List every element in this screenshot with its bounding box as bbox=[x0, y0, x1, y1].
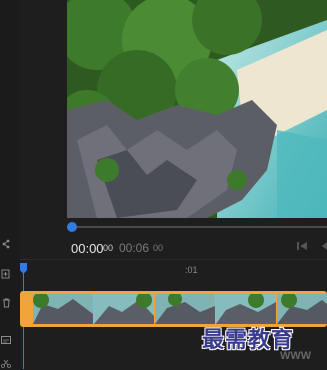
ruler-tick-label: :01 bbox=[185, 265, 198, 275]
scrubber-track bbox=[67, 226, 327, 228]
left-toolbar bbox=[0, 0, 20, 369]
preview-frame-image bbox=[67, 0, 327, 218]
current-time: 00:00 bbox=[71, 241, 104, 256]
trash-icon[interactable] bbox=[0, 297, 12, 309]
clip-thumbnail bbox=[155, 294, 215, 324]
scrubber-handle[interactable] bbox=[67, 222, 77, 232]
share-icon[interactable] bbox=[0, 238, 12, 250]
step-back-icon[interactable] bbox=[321, 240, 327, 254]
current-frames: 00 bbox=[103, 243, 114, 253]
clip-thumbnail bbox=[33, 294, 93, 324]
watermark-sub: WWW bbox=[280, 350, 312, 362]
total-frames: 00 bbox=[153, 243, 164, 253]
clip-thumbnail bbox=[94, 294, 154, 324]
add-track-icon[interactable] bbox=[0, 268, 12, 280]
clip-thumbnail bbox=[277, 294, 327, 324]
clip-thumbnail bbox=[216, 294, 276, 324]
timeline-ruler[interactable]: :01 bbox=[20, 262, 327, 280]
video-preview[interactable] bbox=[67, 0, 327, 218]
panel-divider bbox=[20, 259, 327, 260]
scissors-icon[interactable] bbox=[0, 358, 12, 370]
video-scrubber[interactable] bbox=[67, 221, 327, 233]
timecode-row: 00:00 00 00:06 00 bbox=[67, 237, 327, 257]
total-duration: 00:06 bbox=[119, 241, 150, 255]
skip-to-start-icon[interactable] bbox=[297, 240, 307, 254]
caption-icon[interactable] bbox=[0, 334, 12, 346]
